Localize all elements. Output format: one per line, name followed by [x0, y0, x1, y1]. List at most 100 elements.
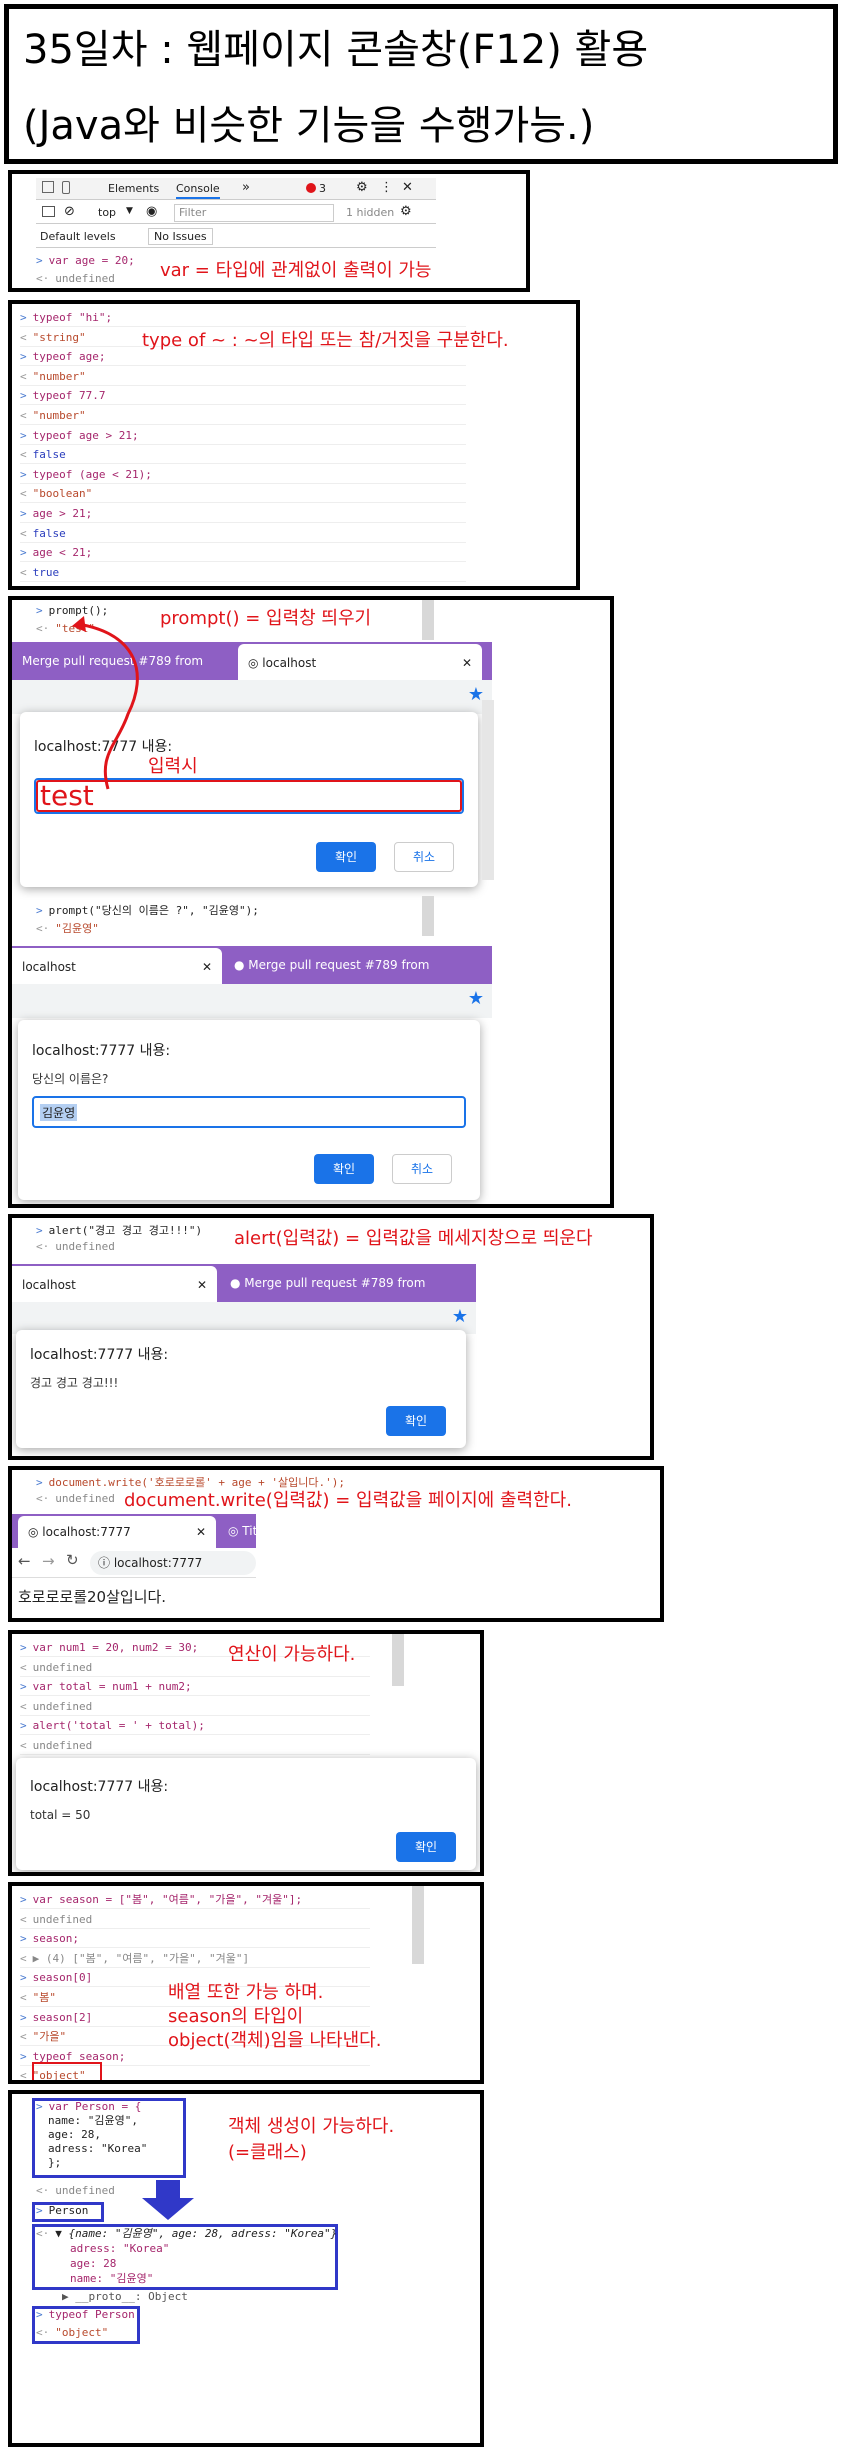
prompt-marker: > [20, 1719, 27, 1733]
input-value: 김윤영 [40, 1104, 78, 1121]
code-text: typeof age; [32, 350, 106, 364]
section-alert: > alert("경고 경고 경고!!!") <· undefined alert(… [8, 1214, 654, 1460]
ok-button[interactable]: 확인 [396, 1832, 456, 1862]
tab-merge-pr[interactable]: ● Merge pull request #789 from [224, 946, 480, 984]
code-text: age < 21; [32, 546, 93, 560]
scrollbar[interactable] [422, 600, 434, 640]
tab-label: localhost [22, 1278, 76, 1292]
context-select[interactable]: top [98, 206, 116, 219]
cancel-button[interactable]: 취소 [394, 842, 454, 872]
scrollbar[interactable] [412, 1886, 424, 1964]
section-object: > var Person = { name: "김윤영", age: 28, ad… [8, 2090, 484, 2447]
filter-input[interactable]: Filter [174, 204, 334, 222]
tab-console[interactable]: Console [176, 182, 220, 199]
gear-icon[interactable]: ⚙ [356, 180, 368, 195]
proto-line[interactable]: ▶ __proto__: Object [62, 2290, 188, 2303]
ok-button[interactable]: 확인 [314, 1154, 374, 1184]
star-icon[interactable]: ★ [468, 988, 484, 1009]
scrollbar[interactable] [482, 700, 494, 880]
result-text: undefined [32, 1739, 93, 1752]
tab-localhost[interactable]: ◎ localhost:7777 ✕ [18, 1516, 216, 1548]
tab-label: Merge pull request #789 from [248, 958, 430, 972]
close-icon[interactable]: ✕ [197, 1266, 207, 1304]
object-summary[interactable]: ▼ {name: "김윤영", age: 28, adress: "Korea"… [55, 2227, 337, 2240]
object-prop: age: 28 [70, 2257, 117, 2270]
clear-console-icon[interactable]: ⊘ [64, 204, 75, 219]
result-text: undefined [55, 272, 115, 285]
console-line: > var age = 20; [36, 254, 135, 267]
back-icon[interactable]: ← [18, 1552, 31, 1570]
tab-localhost[interactable]: ◎ localhost ✕ [238, 644, 482, 682]
tab-other[interactable]: ◎ Tit [218, 1514, 256, 1548]
ok-button[interactable]: 확인 [316, 842, 376, 872]
code-text: adress: "Korea" [48, 2142, 148, 2155]
code-text: typeof Person [48, 2308, 135, 2321]
code-text: season[0] [32, 1971, 93, 1985]
forward-icon[interactable]: → [42, 1552, 55, 1570]
levels-select[interactable]: Default levels [40, 230, 116, 243]
prompt-input[interactable]: 김윤영 [32, 1096, 466, 1128]
reload-icon[interactable]: ↻ [66, 1551, 79, 1569]
prompt-marker: < [20, 1660, 27, 1674]
console-result: <· "object" [36, 2326, 109, 2339]
eye-icon[interactable]: ◉ [146, 204, 157, 219]
issues-button[interactable]: No Issues [148, 228, 213, 245]
tab-localhost[interactable]: localhost ✕ [12, 948, 222, 986]
console-line: > alert('total = ' + total); [20, 1716, 370, 1736]
kebab-menu-icon[interactable]: ⋮ [380, 180, 393, 195]
code-text: name: "김윤영", [48, 2114, 138, 2127]
tab-label: localhost [262, 656, 317, 670]
close-icon[interactable]: ✕ [196, 1516, 206, 1548]
prompt-marker: < [20, 1991, 27, 2004]
console-result: <· undefined [36, 2184, 115, 2197]
code-text: var num1 = 20, num2 = 30; [32, 1641, 199, 1654]
code-text: alert('total = ' + total); [32, 1719, 205, 1733]
result-text: undefined [55, 1492, 115, 1505]
code-text: age: 28, [48, 2128, 101, 2141]
github-icon: ● [234, 958, 249, 972]
close-icon[interactable]: ✕ [202, 948, 212, 986]
console-result: < undefined [20, 1697, 370, 1716]
console-result: < undefined [20, 1736, 370, 1755]
cancel-button[interactable]: 취소 [392, 1154, 452, 1184]
prompt-marker: > [20, 389, 27, 403]
dialog-message: 경고 경고 경고!!! [30, 1376, 119, 1390]
ok-button[interactable]: 확인 [386, 1406, 446, 1436]
object-prop: adress: "Korea" [70, 2242, 170, 2255]
tab-elements[interactable]: Elements [108, 182, 159, 195]
sidebar-toggle-icon[interactable] [42, 206, 55, 217]
prompt-dialog: localhost:7777 내용: 당신의 이름은? 김윤영 확인 취소 [18, 1020, 480, 1200]
close-icon[interactable]: ✕ [402, 180, 413, 195]
console-result: <· undefined [36, 272, 115, 285]
result-text: "string" [32, 330, 86, 344]
dialog-message: 당신의 이름은? [32, 1072, 109, 1086]
annotation: 배열 또한 가능 하며. [168, 1982, 324, 2003]
tab-localhost[interactable]: localhost ✕ [12, 1266, 217, 1304]
highlight-box [32, 2062, 102, 2080]
annotation: 입력시 [148, 756, 198, 777]
result-text: false [32, 526, 66, 540]
device-icon[interactable] [62, 181, 70, 194]
inspect-icon[interactable] [42, 181, 54, 193]
section-array: > var season = ["봄", "여름", "가을", "겨울"]; < u… [8, 1882, 484, 2084]
console-result: < true [20, 563, 466, 582]
close-icon[interactable]: ✕ [462, 644, 472, 682]
result-text: undefined [55, 2184, 115, 2197]
globe-icon: ◎ [248, 656, 263, 670]
scrollbar[interactable] [422, 896, 434, 936]
result-text: "object" [55, 2326, 109, 2339]
section-document-write: > document.write('호로로로롤' + age + '살입니다.')… [8, 1466, 664, 1622]
tab-merge-pr[interactable]: ● Merge pull request #789 from [220, 1264, 470, 1302]
code-text: var age = 20; [48, 254, 135, 267]
more-tabs-icon[interactable]: » [242, 180, 250, 195]
dialog-title: localhost:7777 내용: [32, 1043, 171, 1059]
console-result: < false [20, 445, 466, 465]
scrollbar[interactable] [392, 1634, 404, 1686]
address-input[interactable]: ⓘ localhost:7777 [90, 1551, 256, 1575]
console-settings-icon[interactable]: ⚙ [400, 204, 412, 219]
annotation: document.write(입력값) = 입력값을 페이지에 출력한다. [124, 1490, 572, 1511]
star-icon[interactable]: ★ [452, 1306, 468, 1327]
result-text: "number" [32, 409, 86, 422]
code-text: typeof 77.7 [32, 389, 106, 403]
dialog-message: total = 50 [30, 1808, 91, 1822]
